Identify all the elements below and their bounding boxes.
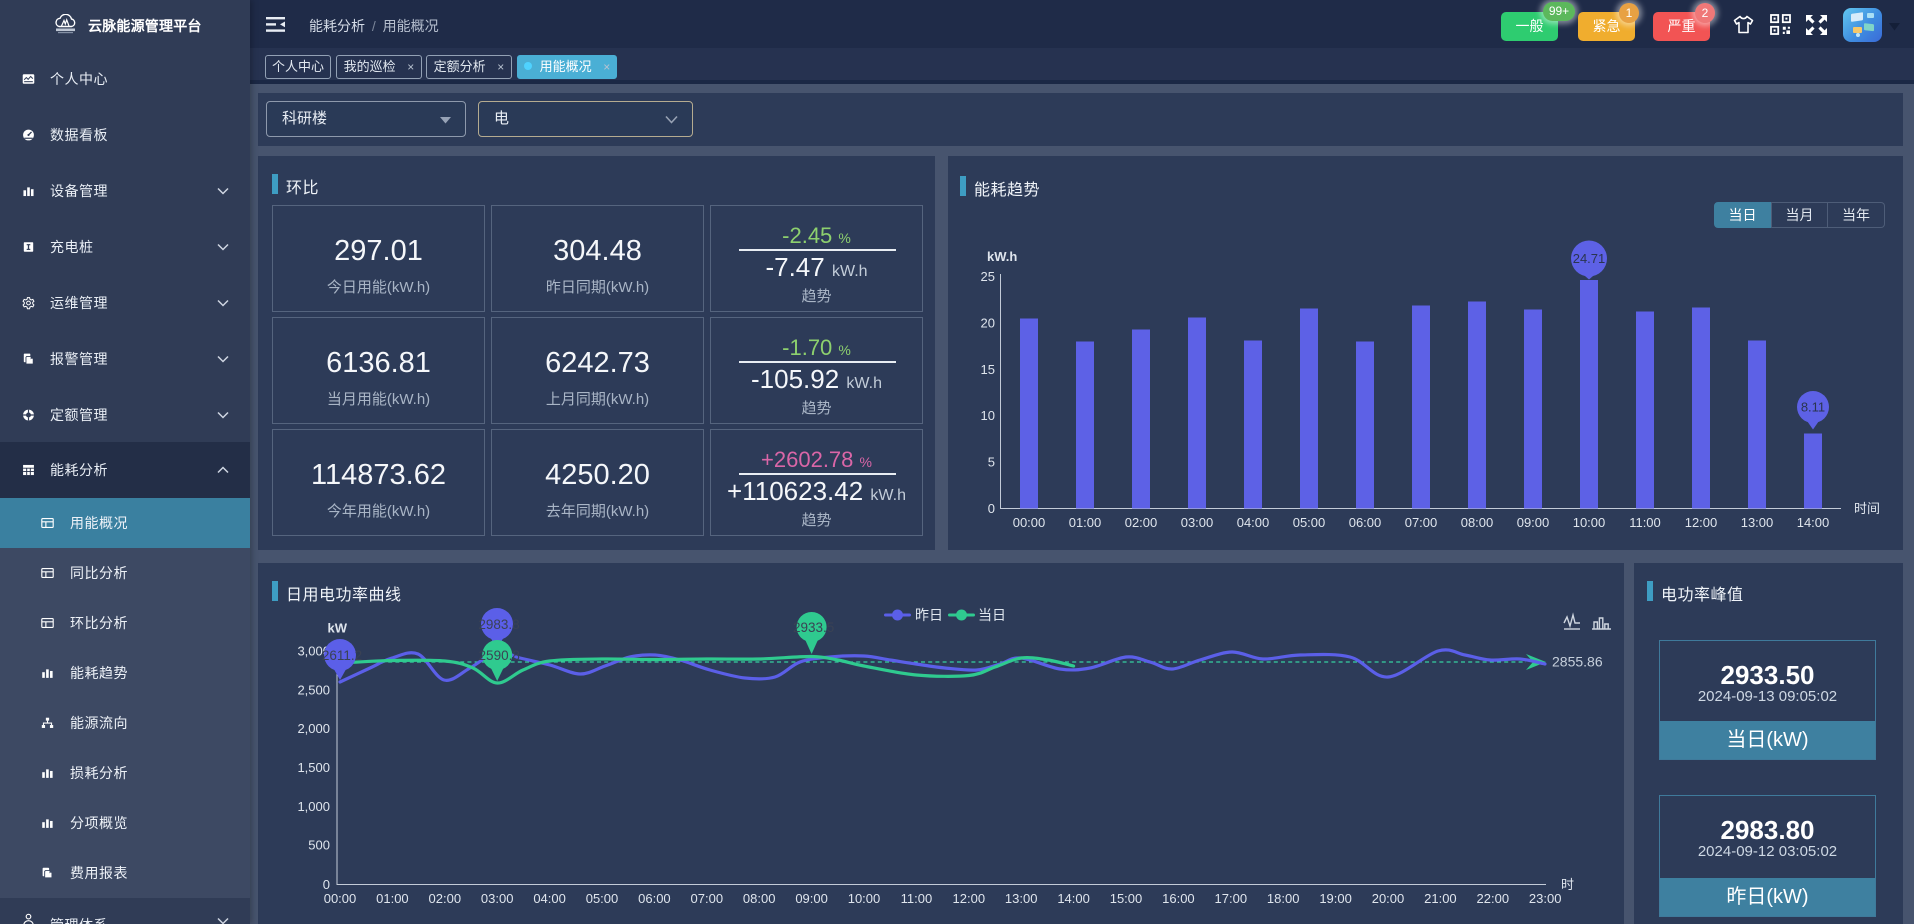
svg-text:2611.2: 2611.2 [322,648,362,663]
svg-text:20:00: 20:00 [1372,891,1405,906]
svg-text:10:00: 10:00 [1573,515,1606,530]
svg-text:2590.8: 2590.8 [479,648,520,663]
svg-text:2,500: 2,500 [297,682,330,697]
svg-text:kW.h: kW.h [987,249,1017,264]
svg-text:04:00: 04:00 [1237,515,1270,530]
svg-text:12:00: 12:00 [953,891,986,906]
svg-text:24.71: 24.71 [1573,251,1606,266]
svg-text:09:00: 09:00 [795,891,828,906]
svg-text:04:00: 04:00 [533,891,566,906]
svg-text:13:00: 13:00 [1005,891,1038,906]
svg-text:0: 0 [323,877,330,892]
svg-text:02:00: 02:00 [1125,515,1158,530]
svg-text:kW: kW [328,621,348,636]
svg-text:1,000: 1,000 [297,799,330,814]
svg-text:00:00: 00:00 [1013,515,1046,530]
svg-text:06:00: 06:00 [1349,515,1382,530]
svg-text:07:00: 07:00 [1405,515,1438,530]
svg-text:2,000: 2,000 [297,721,330,736]
svg-text:02:00: 02:00 [429,891,462,906]
svg-text:16:00: 16:00 [1162,891,1195,906]
svg-text:03:00: 03:00 [481,891,514,906]
svg-text:00:00: 00:00 [324,891,357,906]
svg-text:20: 20 [981,315,995,330]
svg-text:8.11: 8.11 [1801,400,1825,415]
svg-text:1,500: 1,500 [297,760,330,775]
svg-text:22:00: 22:00 [1477,891,1510,906]
svg-text:5: 5 [988,455,995,470]
svg-text:06:00: 06:00 [638,891,671,906]
svg-text:03:00: 03:00 [1181,515,1214,530]
svg-text:时: 时 [1561,877,1574,892]
svg-text:14:00: 14:00 [1797,515,1830,530]
svg-text:21:00: 21:00 [1424,891,1457,906]
svg-text:2983.8: 2983.8 [478,617,519,632]
svg-text:时间: 时间 [1854,501,1880,516]
svg-text:500: 500 [308,838,330,853]
svg-text:13:00: 13:00 [1741,515,1774,530]
svg-text:17:00: 17:00 [1215,891,1248,906]
svg-text:09:00: 09:00 [1517,515,1550,530]
svg-text:10:00: 10:00 [848,891,881,906]
svg-text:2855.86: 2855.86 [1552,654,1603,670]
svg-text:23:00: 23:00 [1529,891,1562,906]
svg-text:11:00: 11:00 [901,891,933,906]
svg-text:25: 25 [981,269,995,284]
svg-text:0: 0 [988,501,995,516]
svg-text:11:00: 11:00 [1629,515,1661,530]
svg-text:08:00: 08:00 [743,891,776,906]
svg-text:01:00: 01:00 [1069,515,1102,530]
svg-text:昨日: 昨日 [915,607,943,623]
svg-text:05:00: 05:00 [586,891,619,906]
svg-text:15: 15 [981,362,995,377]
svg-text:2933.5: 2933.5 [793,620,834,635]
svg-text:14:00: 14:00 [1057,891,1090,906]
svg-text:19:00: 19:00 [1319,891,1352,906]
svg-text:05:00: 05:00 [1293,515,1326,530]
svg-text:08:00: 08:00 [1461,515,1494,530]
svg-text:07:00: 07:00 [691,891,724,906]
svg-text:当日: 当日 [978,607,1006,623]
svg-text:15:00: 15:00 [1110,891,1143,906]
svg-text:12:00: 12:00 [1685,515,1718,530]
svg-text:10: 10 [981,408,995,423]
svg-text:01:00: 01:00 [376,891,409,906]
svg-text:18:00: 18:00 [1267,891,1300,906]
